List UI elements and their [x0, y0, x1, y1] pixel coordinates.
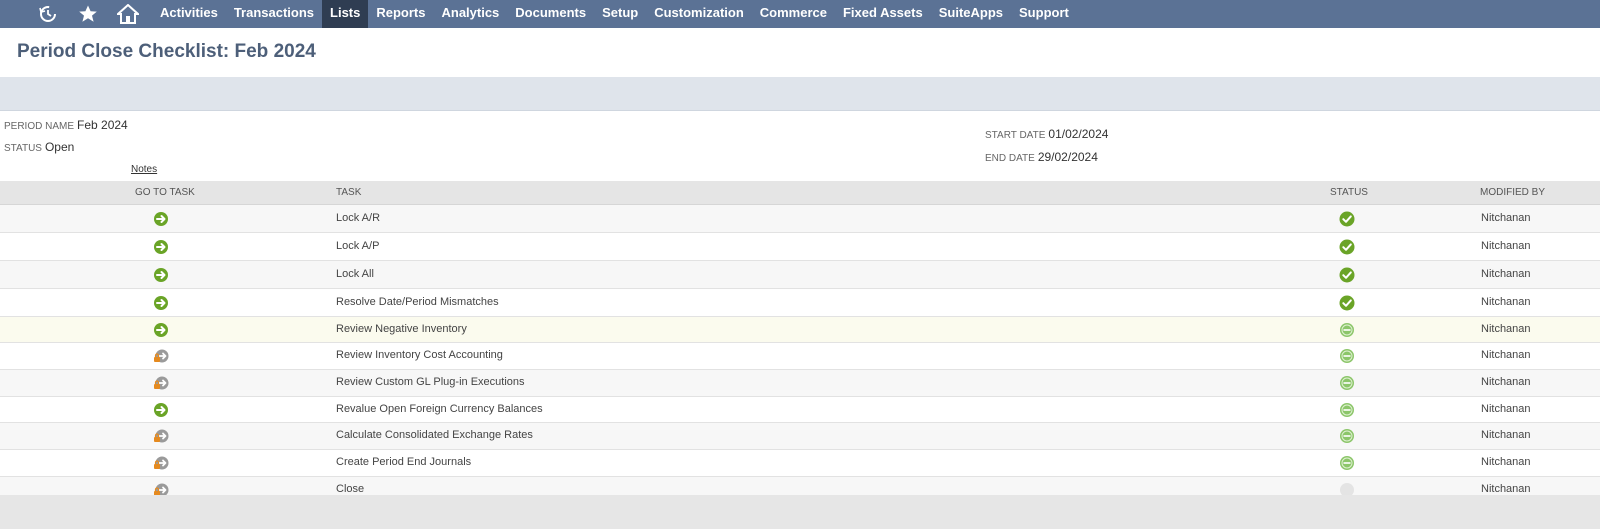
modified-by: Nitchanan	[1481, 296, 1531, 308]
table-row: Lock A/P Nitchanan	[0, 233, 1600, 261]
nav-item-fixed-assets[interactable]: Fixed Assets	[835, 0, 931, 28]
end-date-field: END DATE 29/02/2024	[985, 150, 1098, 164]
status-field: STATUS Open	[4, 140, 74, 154]
recent-icon[interactable]	[28, 0, 68, 28]
locked-arrow-icon[interactable]	[153, 455, 169, 476]
task-name: Review Negative Inventory	[336, 323, 467, 335]
task-name: Close	[336, 483, 365, 495]
nav-item-customization[interactable]: Customization	[646, 0, 752, 28]
nav-item-commerce[interactable]: Commerce	[752, 0, 835, 28]
task-name: Calculate Consolidated Exchange Rates	[336, 429, 533, 441]
modified-by: Nitchanan	[1481, 456, 1531, 468]
header-status: STATUS	[1330, 187, 1368, 198]
status-pending-icon	[1339, 402, 1355, 423]
table-row: Resolve Date/Period Mismatches Nitchanan	[0, 289, 1600, 317]
nav-item-setup[interactable]: Setup	[594, 0, 646, 28]
nav-item-lists[interactable]: Lists	[322, 0, 369, 28]
task-name: Lock A/R	[336, 212, 381, 224]
arrow-go-icon[interactable]	[153, 211, 169, 232]
table-row: Review Custom GL Plug-in Executions Nitch…	[0, 370, 1600, 397]
nav-menu: Activities Transactions Lists Reports Analyt…	[152, 0, 1077, 28]
table-row: Calculate Consolidated Exchange Rates Nit…	[0, 423, 1600, 450]
table-body: Lock A/R Nitchanan Lock A/P Nitchanan Lock A…	[0, 205, 1600, 504]
status-complete-icon	[1339, 267, 1355, 288]
modified-by: Nitchanan	[1481, 323, 1531, 335]
footer-bar	[0, 495, 1600, 529]
status-label: STATUS	[4, 143, 42, 154]
start-date-value: 01/02/2024	[1048, 127, 1109, 141]
nav-item-transactions[interactable]: Transactions	[226, 0, 322, 28]
arrow-go-icon[interactable]	[153, 322, 169, 343]
locked-arrow-icon[interactable]	[153, 375, 169, 396]
modified-by: Nitchanan	[1481, 268, 1531, 280]
top-nav: Activities Transactions Lists Reports Analyt…	[0, 0, 1600, 28]
table-header: GO TO TASK TASK STATUS MODIFIED BY	[0, 181, 1600, 205]
task-name: Lock A/P	[336, 240, 380, 252]
locked-arrow-icon[interactable]	[153, 428, 169, 449]
task-name: Review Inventory Cost Accounting	[336, 349, 503, 361]
task-name: Revalue Open Foreign Currency Balances	[336, 403, 543, 415]
nav-item-activities[interactable]: Activities	[152, 0, 226, 28]
start-date-label: START DATE	[985, 130, 1046, 141]
arrow-go-icon[interactable]	[153, 239, 169, 260]
status-pending-icon	[1339, 455, 1355, 476]
modified-by: Nitchanan	[1481, 483, 1531, 495]
modified-by: Nitchanan	[1481, 349, 1531, 361]
table-row: Lock A/R Nitchanan	[0, 205, 1600, 233]
table-row: Revalue Open Foreign Currency Balances Ni…	[0, 397, 1600, 423]
page-title: Period Close Checklist: Feb 2024	[17, 41, 316, 62]
header-go-to-task: GO TO TASK	[135, 187, 195, 198]
modified-by: Nitchanan	[1481, 212, 1531, 224]
arrow-go-icon[interactable]	[153, 267, 169, 288]
table-row: Create Period End Journals Nitchanan	[0, 450, 1600, 477]
modified-by: Nitchanan	[1481, 429, 1531, 441]
header-modified-by: MODIFIED BY	[1480, 187, 1546, 198]
status-complete-icon	[1339, 239, 1355, 260]
task-name: Lock All	[336, 268, 374, 280]
task-name: Create Period End Journals	[336, 456, 472, 468]
status-complete-icon	[1339, 211, 1355, 232]
nav-item-suiteapps[interactable]: SuiteApps	[931, 0, 1011, 28]
table-row: Lock All Nitchanan	[0, 261, 1600, 289]
status-value: Open	[44, 140, 75, 154]
modified-by: Nitchanan	[1481, 376, 1531, 388]
nav-item-analytics[interactable]: Analytics	[433, 0, 507, 28]
arrow-go-icon[interactable]	[153, 402, 169, 423]
home-icon[interactable]	[108, 0, 148, 28]
page-header: Period Close Checklist: Feb 2024	[17, 41, 316, 63]
nav-item-support[interactable]: Support	[1011, 0, 1077, 28]
period-name-field: PERIOD NAME Feb 2024	[4, 118, 128, 132]
header-task: TASK	[336, 187, 362, 198]
button-bar-strip	[0, 77, 1600, 111]
period-name-label: PERIOD NAME	[4, 121, 75, 132]
nav-icon-group	[28, 0, 148, 28]
nav-item-documents[interactable]: Documents	[507, 0, 594, 28]
star-icon[interactable]	[68, 0, 108, 28]
modified-by: Nitchanan	[1481, 403, 1531, 415]
modified-by: Nitchanan	[1481, 240, 1531, 252]
table-row: Review Inventory Cost Accounting Nitchana…	[0, 343, 1600, 370]
locked-arrow-icon[interactable]	[153, 348, 169, 369]
task-name: Review Custom GL Plug-in Executions	[336, 376, 525, 388]
status-pending-icon	[1339, 322, 1355, 343]
status-pending-icon	[1339, 375, 1355, 396]
status-pending-icon	[1339, 348, 1355, 369]
checklist-table: GO TO TASK TASK STATUS MODIFIED BY Lock …	[0, 181, 1600, 504]
status-pending-icon	[1339, 428, 1355, 449]
task-name: Resolve Date/Period Mismatches	[336, 296, 499, 308]
end-date-label: END DATE	[985, 153, 1035, 164]
notes-link[interactable]: Notes	[131, 164, 157, 175]
status-complete-icon	[1339, 295, 1355, 316]
arrow-go-icon[interactable]	[153, 295, 169, 316]
table-row: Review Negative Inventory Nitchanan	[0, 317, 1600, 343]
period-name-value: Feb 2024	[77, 118, 128, 132]
end-date-value: 29/02/2024	[1037, 150, 1098, 164]
start-date-field: START DATE 01/02/2024	[985, 127, 1108, 141]
nav-item-reports[interactable]: Reports	[368, 0, 433, 28]
